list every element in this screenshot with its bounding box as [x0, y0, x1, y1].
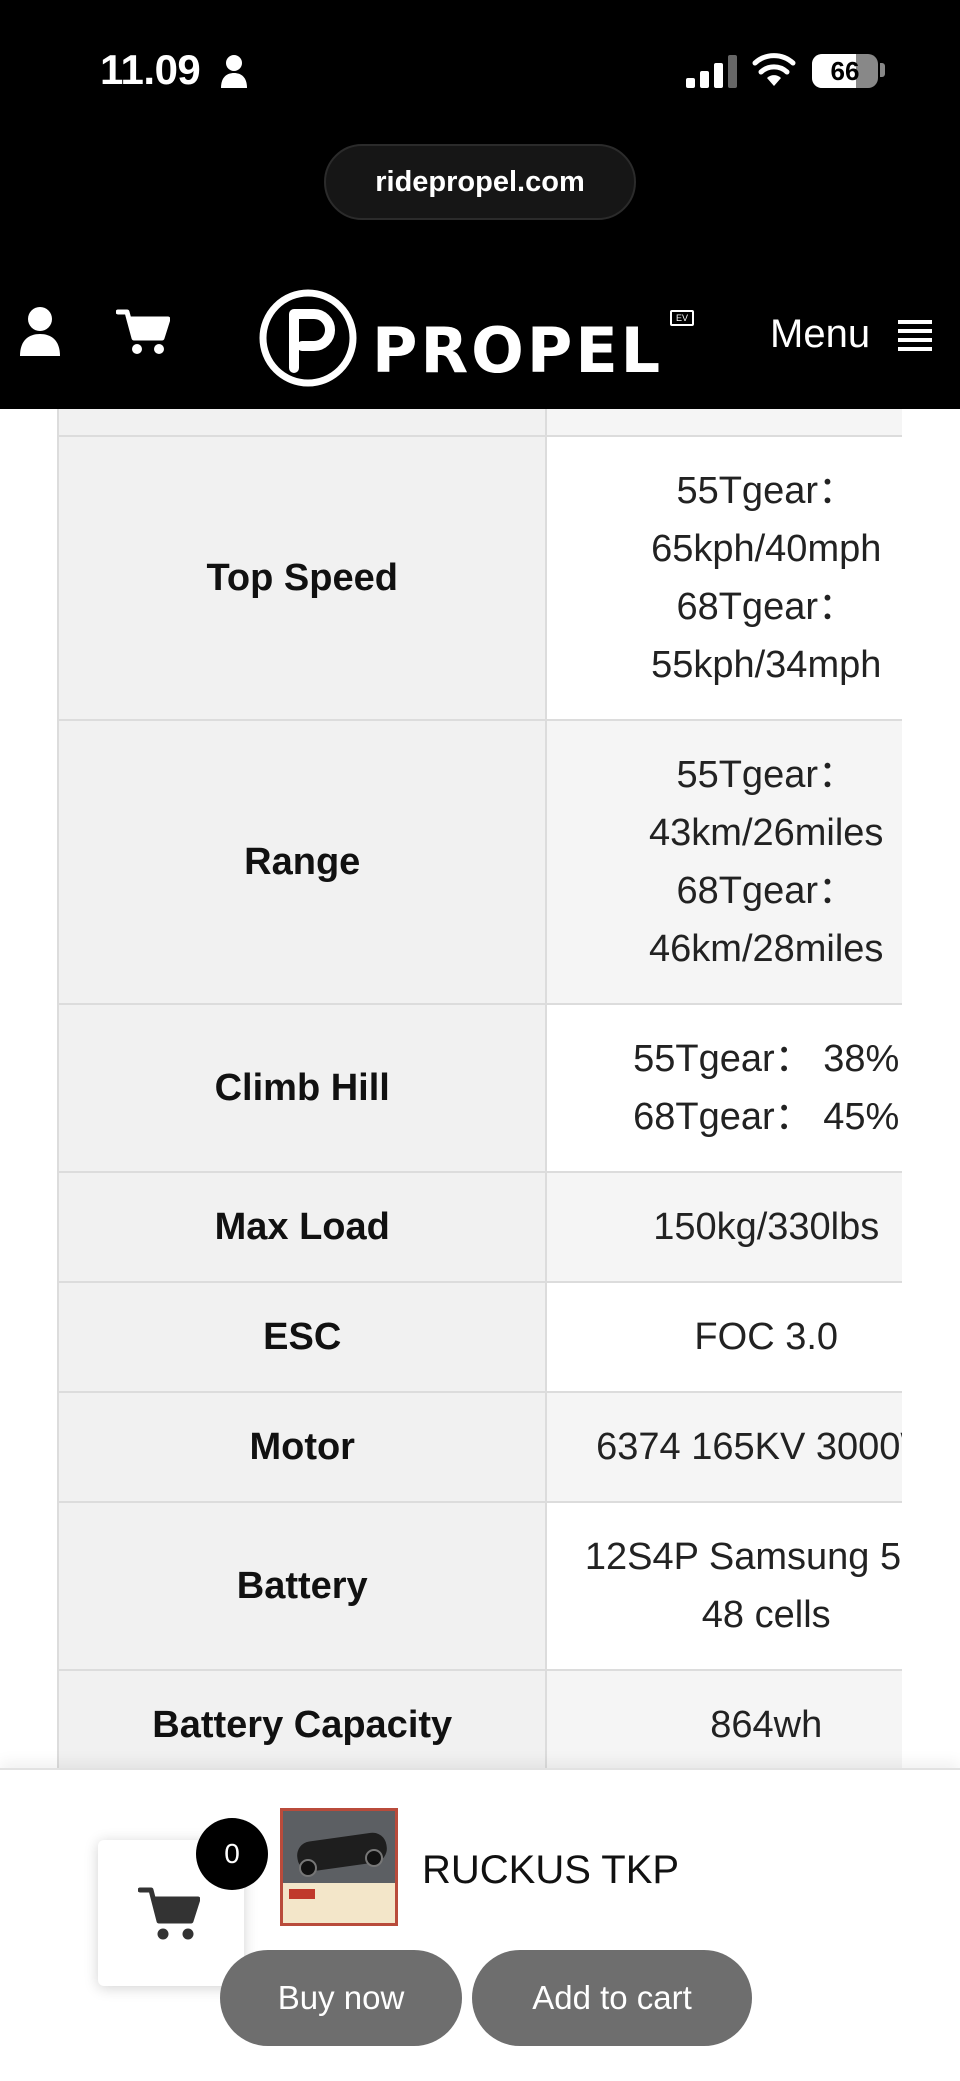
browser-url-bar: ridepropel.com [0, 140, 960, 270]
cart-count-badge: 0 [196, 1818, 268, 1890]
spec-value-line: 12S4P Samsung 50S [584, 1536, 948, 1578]
user-icon[interactable] [18, 306, 62, 356]
spec-label: Max Load [56, 1171, 548, 1283]
signal-icon [686, 55, 737, 88]
spec-value: 150kg/330lbs [545, 1171, 960, 1283]
logo-ev-badge: EV [670, 310, 694, 326]
product-name: RUCKUS TKP [422, 1848, 680, 1892]
propel-logo[interactable]: PROPEL EV [258, 288, 698, 388]
spec-row: Climb Hill 55Tgear： 38% 68Tgear： 45% [56, 1003, 960, 1173]
spec-value: 12S4P Samsung 50S 48 cells [545, 1501, 960, 1671]
spec-row: Range 55Tgear： 43km/26miles 68Tgear： 46km/28… [56, 719, 960, 1005]
buy-now-button[interactable]: Buy now [220, 1950, 462, 2046]
spec-value-line: FOC 3.0 [694, 1316, 839, 1358]
spec-label: ESC [56, 1281, 548, 1393]
spec-row: ESC FOC 3.0 [56, 1281, 960, 1393]
spec-value: 864wh [545, 1669, 960, 1769]
site-header: PROPEL EV Menu [0, 270, 960, 409]
wheel-shape [365, 1849, 383, 1867]
spec-label: Climb Hill [56, 1003, 548, 1173]
battery-level: 66 [830, 56, 860, 86]
spec-row: Motor 6374 165KV 3000W [56, 1391, 960, 1503]
spec-value-line: 150kg/330lbs [653, 1206, 880, 1248]
url-field[interactable]: ridepropel.com [324, 144, 636, 220]
spec-value: 55Tgear： 65kph/40mph 68Tgear： 55kph/34mph [545, 435, 960, 721]
product-thumbnail[interactable] [280, 1808, 398, 1926]
menu-label[interactable]: Menu [770, 312, 870, 357]
spec-value-line: 48 cells [701, 1594, 831, 1636]
logo-mark-icon [259, 289, 357, 387]
spec-table-container: Top Speed 55Tgear： 65kph/40mph 68Tgear： 55kp… [0, 409, 960, 1769]
spec-value-line: 55Tgear： [676, 754, 856, 796]
spec-label: Battery [56, 1501, 548, 1671]
promo-strip [283, 1883, 395, 1923]
spec-value [545, 409, 960, 437]
cart-icon[interactable] [116, 308, 170, 356]
spec-value-line: 55Tgear： 38% [633, 1038, 900, 1080]
status-bar: 11.09 66 [0, 0, 960, 140]
wheel-shape [299, 1859, 317, 1877]
add-to-cart-button[interactable]: Add to cart [472, 1950, 752, 2046]
spec-row: Battery Capacity 864wh [56, 1669, 960, 1769]
status-time: 11.09 [100, 46, 201, 93]
cart-icon [138, 1887, 200, 1940]
spec-table: Top Speed 55Tgear： 65kph/40mph 68Tgear： 55kp… [56, 409, 960, 1769]
spec-value: 6374 165KV 3000W [545, 1391, 960, 1503]
hamburger-menu-icon[interactable] [898, 318, 932, 352]
spec-value-line: 68Tgear： [676, 870, 856, 912]
spec-value-line: 6374 165KV 3000W [596, 1426, 937, 1468]
spec-value: FOC 3.0 [545, 1281, 960, 1393]
spec-value-line: 55Tgear： [676, 470, 856, 512]
spec-row [56, 409, 960, 437]
spec-row: Battery 12S4P Samsung 50S 48 cells [56, 1501, 960, 1671]
battery-tip [880, 63, 885, 77]
spec-label: Range [56, 719, 548, 1005]
spec-value-line: 55kph/34mph [651, 644, 882, 686]
spec-row: Max Load 150kg/330lbs [56, 1171, 960, 1283]
sticky-cart-bar: 0 RUCKUS TKP Buy now Add to cart [0, 1768, 960, 2081]
spec-label [56, 409, 548, 437]
table-clip [902, 409, 960, 1769]
spec-value-line: 864wh [710, 1704, 823, 1746]
logo-text: PROPEL [372, 314, 664, 387]
spec-row: Top Speed 55Tgear： 65kph/40mph 68Tgear： 55kp… [56, 435, 960, 721]
spec-value-line: 65kph/40mph [651, 528, 882, 570]
wifi-icon [752, 53, 796, 86]
person-icon [221, 55, 247, 88]
spec-value-line: 46km/28miles [649, 928, 884, 970]
spec-label: Motor [56, 1391, 548, 1503]
spec-label: Top Speed [56, 435, 548, 721]
spec-value-line: 68Tgear： 45% [633, 1096, 900, 1138]
spec-label: Battery Capacity [56, 1669, 548, 1769]
spec-value-line: 43km/26miles [649, 812, 884, 854]
spec-value-line: 68Tgear： [676, 586, 856, 628]
battery-icon: 66 [812, 54, 878, 88]
spec-value: 55Tgear： 38% 68Tgear： 45% [545, 1003, 960, 1173]
spec-value: 55Tgear： 43km/26miles 68Tgear： 46km/28miles [545, 719, 960, 1005]
